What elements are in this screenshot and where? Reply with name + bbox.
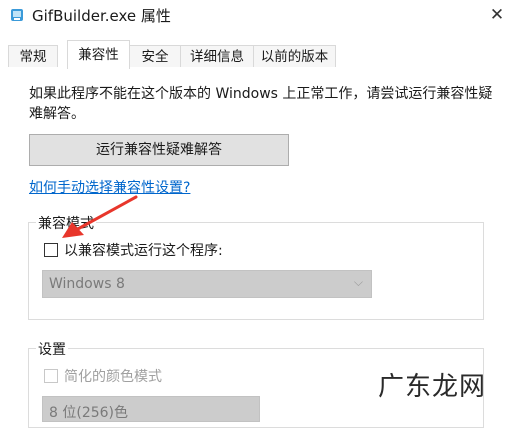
manual-settings-link[interactable]: 如何手动选择兼容性设置?	[29, 177, 190, 197]
compat-mode-checkbox[interactable]	[44, 243, 58, 257]
tab-compatibility[interactable]: 兼容性	[67, 40, 130, 69]
title-bar: GifBuilder.exe 属性 ✕	[0, 0, 510, 32]
tab-previous-versions[interactable]: 以前的版本	[253, 45, 336, 67]
windows-version-select[interactable]: Windows 8 ⌵	[42, 270, 372, 298]
compat-description: 如果此程序不能在这个版本的 Windows 上正常工作，请尝试运行兼容性疑难解答…	[29, 86, 493, 122]
reduced-color-label: 简化的颜色模式	[64, 369, 162, 385]
color-depth-select[interactable]: 8 位(256)色	[42, 396, 260, 422]
reduced-color-checkbox[interactable]	[44, 369, 58, 383]
watermark: 广东龙网	[378, 372, 487, 402]
compat-mode-checkbox-label: 以兼容模式运行这个程序:	[64, 243, 223, 259]
chevron-down-icon: ⌵	[353, 275, 363, 289]
tab-strip: 常规 兼容性 安全 详细信息 以前的版本	[0, 40, 510, 69]
gif-app-icon	[11, 9, 23, 21]
troubleshoot-button[interactable]: 运行兼容性疑难解答	[29, 134, 289, 166]
window-title: GifBuilder.exe 属性	[32, 7, 171, 25]
settings-title: 设置	[36, 339, 68, 359]
compat-mode-title: 兼容模式	[36, 213, 96, 233]
color-depth-value: 8 位(256)色	[49, 405, 129, 421]
tab-security[interactable]: 安全	[129, 45, 181, 67]
close-icon[interactable]: ✕	[486, 4, 508, 26]
tab-details[interactable]: 详细信息	[180, 45, 254, 67]
windows-version-value: Windows 8	[49, 276, 125, 292]
tab-general[interactable]: 常规	[8, 45, 58, 67]
